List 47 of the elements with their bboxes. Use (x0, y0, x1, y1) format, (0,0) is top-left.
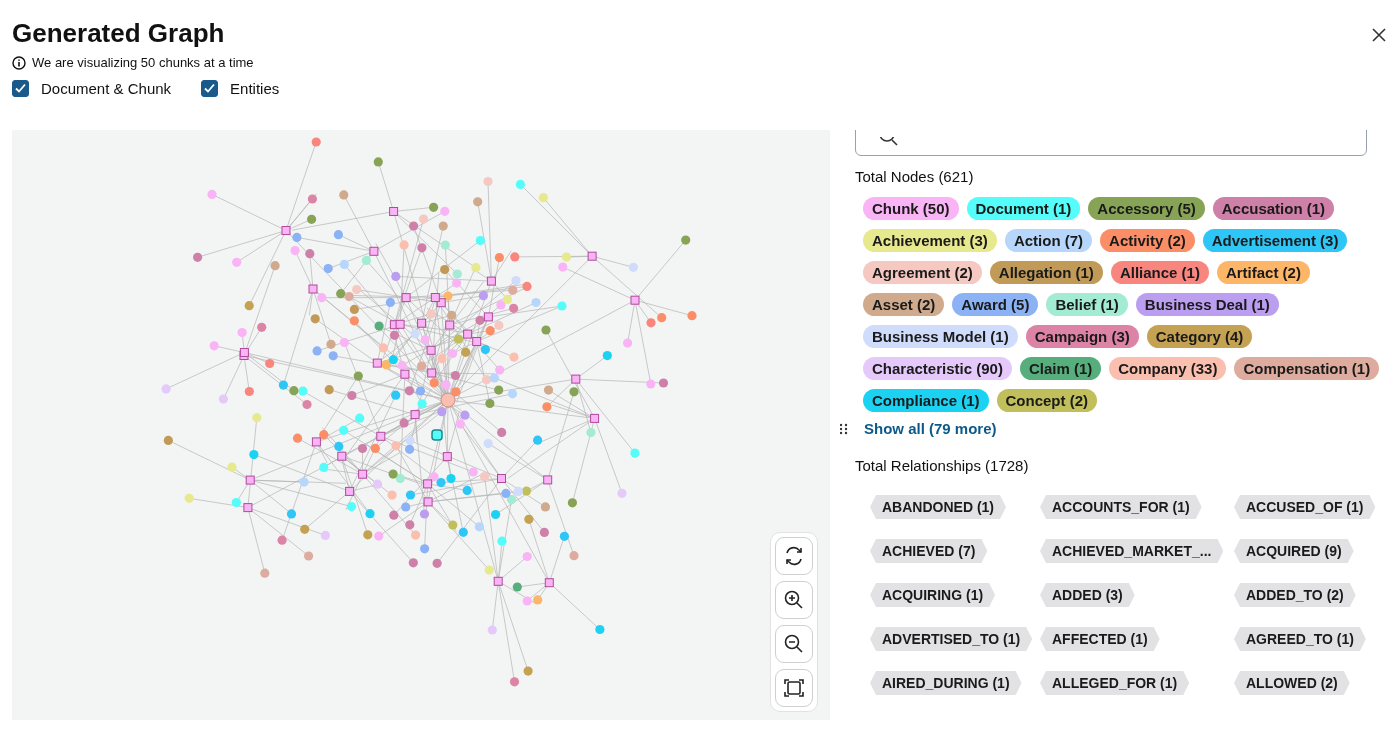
relationship-chip[interactable]: ACHIEVED_MARKET_... (1040, 539, 1224, 563)
node-type-chip[interactable]: Award (5) (952, 293, 1039, 316)
checkbox-label: Entities (230, 80, 280, 97)
relationship-chip[interactable]: ACCOUNTS_FOR (1) (1040, 495, 1202, 519)
relationship-chip[interactable]: AFFECTED (1) (1040, 627, 1160, 651)
node-type-chip[interactable]: Concept (2) (996, 389, 1098, 412)
node-type-chip[interactable]: Accessory (5) (1088, 197, 1205, 220)
node-type-chip[interactable]: Category (4) (1146, 325, 1253, 348)
relationship-chip[interactable]: ACCUSED_OF (1) (1234, 495, 1376, 519)
relationship-chip[interactable]: AIRED_DURING (1) (870, 671, 1022, 695)
checkbox-label: Document & Chunk (41, 80, 172, 97)
node-type-chip[interactable]: Action (7) (1004, 229, 1093, 252)
relationship-chip[interactable]: ADDED (3) (1040, 583, 1135, 607)
relationship-chip[interactable]: ACQUIRING (1) (870, 583, 996, 607)
node-type-chip[interactable]: Artifact (2) (1216, 261, 1310, 284)
node-type-chip[interactable]: Compliance (1) (863, 389, 989, 412)
relationship-chip[interactable]: ALLEGED_FOR (1) (1040, 671, 1190, 695)
node-type-chip[interactable]: Claim (1) (1019, 357, 1102, 380)
relationship-chip[interactable]: AGREED_TO (1) (1234, 627, 1366, 651)
relationship-chip[interactable]: ADVERTISED_TO (1) (870, 627, 1033, 651)
section-title: Total Relationships (1728) (854, 457, 1030, 474)
node-type-chip[interactable]: Characteristic (90) (863, 357, 1012, 380)
info-text: We are visualizing 50 chunks at a time (32, 55, 254, 70)
node-type-chip[interactable]: Alliance (1) (1110, 261, 1209, 284)
node-type-chip[interactable]: Accusation (1) (1212, 197, 1335, 220)
node-type-chip[interactable]: Agreement (2) (863, 261, 982, 284)
relationship-chip[interactable]: ADDED_TO (2) (1234, 583, 1356, 607)
node-type-chip[interactable]: Achievement (3) (863, 229, 997, 252)
node-type-chip[interactable]: Business Deal (1) (1135, 293, 1279, 316)
node-type-chip[interactable]: Allegation (1) (989, 261, 1103, 284)
node-type-chip[interactable]: Belief (1) (1046, 293, 1128, 316)
node-type-chip[interactable]: Campaign (3) (1025, 325, 1139, 348)
node-type-chip[interactable]: Advertisement (3) (1202, 229, 1348, 252)
node-type-chip[interactable]: Business Model (1) (863, 325, 1018, 348)
relationship-chip[interactable]: ABANDONED (1) (870, 495, 1006, 519)
relationship-chip[interactable]: ACQUIRED (9) (1234, 539, 1354, 563)
node-type-chip[interactable]: Company (33) (1109, 357, 1227, 380)
section-title: Total Nodes (621) (854, 168, 975, 185)
node-type-chip[interactable]: Chunk (50) (863, 197, 959, 220)
node-type-chip[interactable]: Activity (2) (1100, 229, 1195, 252)
node-type-chip[interactable]: Compensation (1) (1234, 357, 1380, 380)
relationship-chip[interactable]: ACHIEVED (7) (870, 539, 988, 563)
dialog-title: Generated Graph (12, 18, 225, 48)
node-type-chip[interactable]: Asset (2) (863, 293, 945, 316)
relationship-chip[interactable]: ALLOWED (2) (1234, 671, 1350, 695)
node-type-chip[interactable]: Document (1) (966, 197, 1081, 220)
show-all-link[interactable]: Show all (79 more) (864, 420, 997, 437)
